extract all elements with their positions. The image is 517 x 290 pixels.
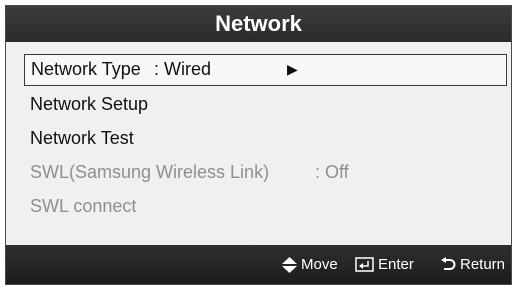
menu-item-value: : Wired (154, 59, 212, 79)
menu-item-swl-connect: SWL connect (24, 190, 507, 222)
enter-icon (355, 257, 374, 272)
menu-title: Network (6, 6, 511, 42)
move-label: Move (301, 256, 338, 273)
enter-label: Enter (378, 256, 414, 273)
menu-item-label: SWL connect (30, 196, 137, 216)
menu-item-network-setup[interactable]: Network Setup (24, 88, 507, 120)
menu-content: Network Type : Wired ▶ Network Setup Net… (6, 42, 511, 247)
up-down-diamond-icon (282, 256, 297, 273)
menu-item-label: SWL(Samsung Wireless Link) (30, 162, 270, 182)
move-hint: Move (282, 245, 338, 284)
network-menu: Network Network Type : Wired ▶ Network S… (5, 5, 512, 285)
return-hint: Return (440, 245, 505, 284)
menu-item-label: Network Type (31, 59, 141, 79)
menu-item-value: : Off (315, 162, 349, 182)
menu-item-label: Network Test (30, 128, 134, 148)
menu-item-network-test[interactable]: Network Test (24, 122, 507, 154)
menu-item-network-type[interactable]: Network Type : Wired ▶ (24, 54, 507, 86)
enter-hint: Enter (355, 245, 414, 284)
menu-item-label: Network Setup (30, 94, 149, 114)
return-arrow-icon (441, 257, 456, 270)
right-arrow-icon: ▶ (287, 61, 298, 77)
menu-item-swl: SWL(Samsung Wireless Link) : Off (24, 156, 507, 188)
button-guide-bar: Move Enter Return (6, 245, 511, 284)
return-label: Return (460, 256, 506, 273)
